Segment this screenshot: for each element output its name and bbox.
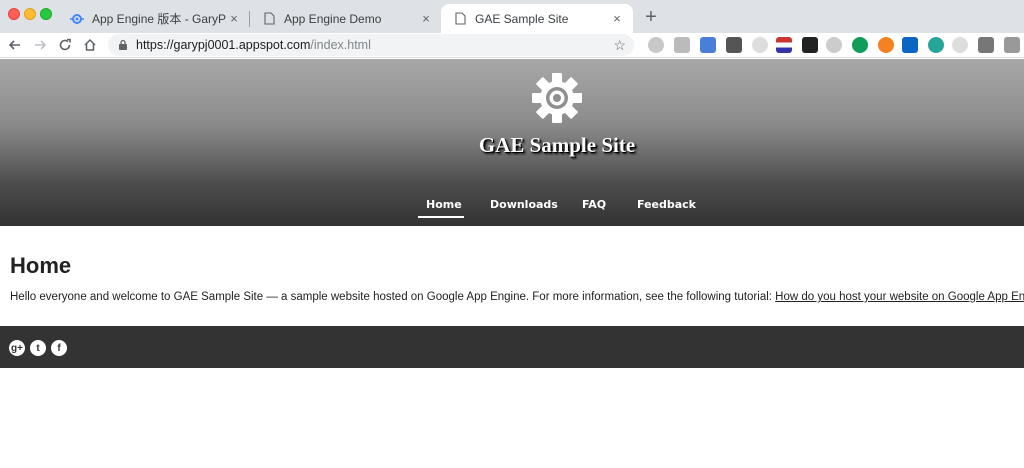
extension-icon[interactable] xyxy=(928,37,944,53)
extension-icon[interactable] xyxy=(752,37,768,53)
new-tab-button[interactable]: + xyxy=(640,6,662,28)
google-plus-icon[interactable]: g+ xyxy=(9,340,25,356)
play-extension-icon[interactable] xyxy=(802,37,818,53)
close-tab-icon[interactable]: × xyxy=(226,11,242,27)
nav-downloads[interactable]: Downloads xyxy=(490,198,558,211)
play-circle-extension-icon[interactable] xyxy=(878,37,894,53)
facebook-icon[interactable]: f xyxy=(51,340,67,356)
cloud-extension-icon[interactable] xyxy=(674,37,690,53)
home-button[interactable] xyxy=(80,35,100,55)
tab-title: GAE Sample Site xyxy=(475,11,569,26)
site-title: GAE Sample Site xyxy=(478,133,636,157)
translate-extension-icon[interactable] xyxy=(700,37,716,53)
bookmark-star-icon[interactable]: ☆ xyxy=(613,37,626,54)
chat-extension-icon[interactable] xyxy=(852,37,868,53)
tablet-extension-icon[interactable] xyxy=(978,37,994,53)
page-title: Home xyxy=(10,253,72,278)
lock-icon xyxy=(118,39,130,51)
close-tab-icon[interactable]: × xyxy=(609,11,625,27)
reload-button[interactable] xyxy=(55,35,75,55)
flag-extension-icon[interactable] xyxy=(776,37,792,53)
browser-toolbar: https://garypj0001.appspot.com/index.htm… xyxy=(0,33,1024,58)
tab-title: App Engine Demo xyxy=(284,11,382,26)
gear-icon xyxy=(532,73,582,123)
close-window-button[interactable] xyxy=(8,8,20,20)
nav-feedback[interactable]: Feedback xyxy=(637,198,696,211)
nav-home[interactable]: Home xyxy=(426,198,462,211)
url-path: /index.html xyxy=(310,38,371,52)
forward-button[interactable] xyxy=(30,35,50,55)
url-host: https://garypj0001.appspot.com xyxy=(136,38,311,52)
home-icon xyxy=(84,38,96,51)
tab-gae-sample-site[interactable]: GAE Sample Site × xyxy=(441,4,633,33)
tab-title: App Engine 版本 - GaryPJ0001 xyxy=(92,12,226,26)
twitter-icon[interactable]: t xyxy=(30,340,46,356)
shield-extension-icon[interactable] xyxy=(726,37,742,53)
extension-icon[interactable] xyxy=(826,37,842,53)
document-icon xyxy=(262,12,276,26)
extension-icon[interactable] xyxy=(1004,37,1020,53)
arrow-left-icon xyxy=(8,40,20,50)
extension-icon[interactable] xyxy=(648,37,664,53)
arrow-right-icon xyxy=(35,40,47,50)
browser-tab-bar: App Engine 版本 - GaryPJ0001 × App Engine … xyxy=(0,0,1024,33)
app-engine-icon xyxy=(70,12,84,26)
site-footer xyxy=(0,326,1024,368)
active-nav-indicator xyxy=(418,216,464,218)
address-bar[interactable]: https://garypj0001.appspot.com/index.htm… xyxy=(108,34,634,56)
back-button[interactable] xyxy=(5,35,25,55)
linkedin-extension-icon[interactable] xyxy=(902,37,918,53)
extension-icon[interactable] xyxy=(952,37,968,53)
tab-app-engine-versions[interactable]: App Engine 版本 - GaryPJ0001 × xyxy=(58,4,250,33)
intro-paragraph: Hello everyone and welcome to GAE Sample… xyxy=(10,291,1024,303)
intro-text: Hello everyone and welcome to GAE Sample… xyxy=(10,291,776,303)
close-tab-icon[interactable]: × xyxy=(418,11,434,27)
tab-app-engine-demo[interactable]: App Engine Demo × xyxy=(250,4,442,33)
minimize-window-button[interactable] xyxy=(24,8,36,20)
document-icon xyxy=(453,12,467,26)
nav-faq[interactable]: FAQ xyxy=(582,198,606,211)
maximize-window-button[interactable] xyxy=(40,8,52,20)
reload-icon xyxy=(59,38,71,51)
tutorial-link[interactable]: How do you host your website on Google A… xyxy=(775,291,1024,303)
